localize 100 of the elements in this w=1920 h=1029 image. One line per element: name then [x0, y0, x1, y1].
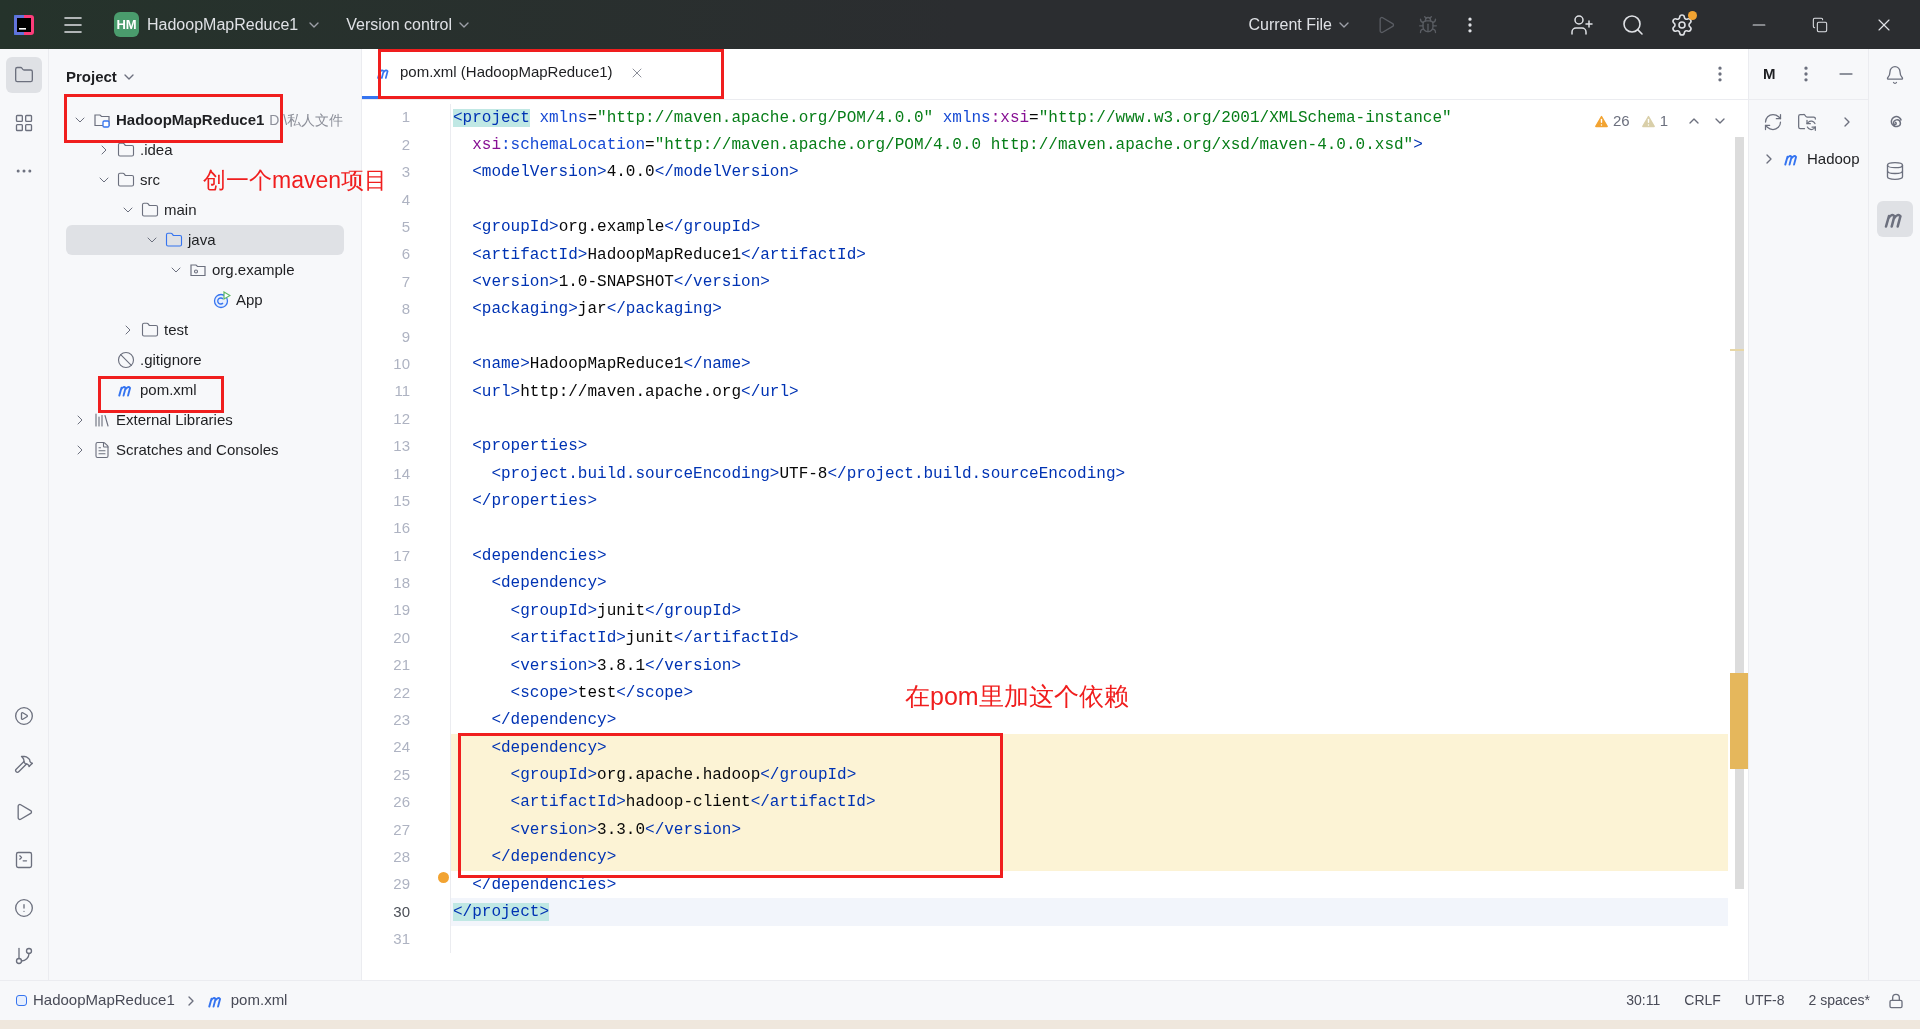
folder-icon [141, 201, 159, 219]
line-number: 17 [393, 545, 410, 566]
search-icon[interactable] [1621, 12, 1645, 37]
line-number: 9 [401, 326, 410, 347]
run-configuration[interactable]: Current File [1244, 8, 1356, 41]
tab-label: pom.xml (HadoopMapReduce1) [400, 62, 613, 83]
code-line: <scope>test</scope> [509, 682, 694, 704]
folder-icon[interactable] [14, 65, 34, 85]
folder-icon [117, 141, 135, 159]
line-number: 29 [393, 874, 410, 895]
code-line: <name>HadoopMapReduce1</name> [471, 354, 751, 376]
class-icon [213, 291, 231, 309]
status-item[interactable]: 30:11 [1626, 990, 1661, 1011]
terminal-icon[interactable] [14, 850, 34, 870]
restore-icon[interactable] [1812, 16, 1828, 33]
warning-count[interactable]: 26 [1612, 110, 1630, 133]
line-number: 16 [393, 518, 410, 539]
line-number: 7 [401, 271, 410, 292]
project-badge: HM [114, 12, 139, 37]
code-line: <artifactId>junit</artifactId> [509, 628, 799, 650]
package-folder-icon [189, 261, 207, 279]
folder-icon [141, 321, 159, 339]
tree-item[interactable]: .idea [96, 135, 173, 165]
add-user-icon[interactable] [1570, 12, 1594, 37]
tree-item[interactable]: pom.xml [96, 375, 197, 405]
code-line: <packaging>jar</packaging> [471, 299, 722, 321]
code-line: <project xmlns="http://maven.apache.org/POM/4.0.0" xmlns:xsi="http://www.w3.org/2001/XMLSchema-instance" [453, 107, 1452, 129]
status-item[interactable]: UTF-8 [1744, 990, 1785, 1011]
code-line: </properties> [471, 491, 598, 513]
status-item[interactable]: 2 spaces* [1808, 990, 1870, 1011]
tool-window-button[interactable] [1876, 201, 1913, 237]
library-icon [93, 411, 111, 429]
problems-icon[interactable] [14, 898, 34, 918]
line-number: 27 [393, 819, 410, 840]
lock-icon[interactable] [1888, 992, 1904, 1009]
tree-item[interactable]: Scratches and Consoles [72, 435, 279, 465]
line-number: 11 [394, 381, 410, 402]
panel-title: M [1763, 63, 1776, 84]
code-line: <properties> [471, 436, 588, 458]
line-number: 31 [393, 929, 410, 950]
line-number: 2 [401, 134, 410, 155]
services-icon[interactable] [14, 706, 34, 726]
tree-item-label: Hadoop [1807, 148, 1860, 169]
breadcrumb[interactable]: pom.xml [206, 989, 288, 1012]
line-number: 1 [401, 107, 410, 128]
settings-icon[interactable] [1670, 12, 1694, 37]
line-number: 8 [401, 299, 410, 320]
tree-item-label: src [140, 169, 160, 190]
tree-item[interactable]: test [120, 315, 189, 345]
change-marker [1730, 349, 1744, 351]
structure-icon[interactable] [14, 113, 34, 133]
tree-item[interactable]: main [120, 195, 197, 225]
tree-item[interactable]: Hadoop [1749, 144, 1868, 174]
git-branch-icon[interactable] [14, 946, 34, 966]
code-line: </dependencies> [471, 874, 617, 896]
line-number: 22 [393, 682, 410, 703]
ignore-file-icon [117, 351, 135, 369]
reload-icon[interactable] [1763, 112, 1783, 132]
project-switcher[interactable]: HM HadoopMapReduce1 [110, 8, 327, 41]
line-number: 26 [393, 792, 410, 813]
line-number: 14 [393, 463, 410, 484]
panel-title[interactable]: Project [66, 65, 117, 89]
status-item[interactable]: CRLF [1684, 990, 1721, 1011]
tree-item[interactable]: External Libraries [72, 405, 233, 435]
module-icon [16, 995, 27, 1006]
code-line: <dependencies> [471, 545, 607, 567]
vcs-menu[interactable]: Version control [342, 8, 477, 41]
code-line: <modelVersion>4.0.0</modelVersion> [471, 162, 799, 184]
tree-item[interactable]: org.example [168, 255, 295, 285]
bell-icon[interactable] [1884, 65, 1905, 85]
line-number: 5 [401, 217, 410, 237]
line-number: 19 [393, 600, 410, 621]
tree-item-label: HadoopMapReduce1 [116, 109, 265, 130]
weak-warning-count[interactable]: 1 [1659, 110, 1668, 133]
tree-item[interactable]: src [96, 165, 160, 195]
hammer-icon[interactable] [14, 754, 34, 774]
line-number: 4 [401, 189, 410, 210]
tool-window-button[interactable] [6, 57, 42, 93]
tree-item[interactable]: .gitignore [96, 345, 202, 375]
breadcrumb[interactable]: HadoopMapReduce1 [16, 989, 175, 1012]
tree-item-label: .idea [140, 139, 173, 160]
line-number: 18 [393, 573, 410, 594]
folder-icon [117, 171, 135, 189]
folder-icon [165, 231, 183, 249]
editor-tab[interactable]: pom.xml (HadoopMapReduce1) [362, 49, 675, 99]
code-line: xsi:schemaLocation="http://maven.apache.org/POM/4.0.0 http://maven.apache.org/xsd/maven-4.0.0.xsd"> [471, 135, 1423, 157]
line-number: 25 [393, 764, 410, 785]
code-line: </project> [453, 900, 549, 924]
line-number: 3 [401, 162, 410, 183]
folder-sync-icon[interactable] [1797, 112, 1817, 132]
tree-item[interactable]: java [144, 225, 216, 255]
app-logo-icon[interactable] [14, 14, 34, 35]
line-number: 23 [393, 710, 410, 731]
tree-item[interactable]: App [192, 285, 263, 315]
tree-item-label: .gitignore [140, 349, 202, 370]
line-number: 20 [393, 627, 410, 648]
database-icon[interactable] [1884, 161, 1905, 181]
tree-item-label: org.example [212, 259, 295, 280]
tree-item-label: External Libraries [116, 409, 233, 430]
line-number: 6 [401, 244, 410, 265]
